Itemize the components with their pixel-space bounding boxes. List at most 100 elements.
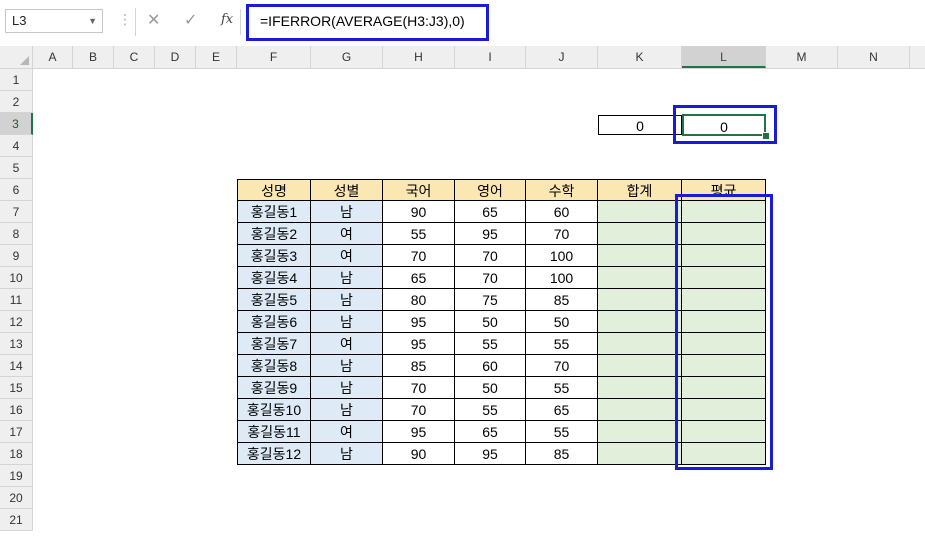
table-cell[interactable]: 홍길동7: [237, 333, 311, 355]
table-cell[interactable]: 95: [383, 421, 455, 443]
table-cell[interactable]: 55: [526, 333, 598, 355]
row-header-11[interactable]: 11: [0, 289, 33, 311]
table-cell[interactable]: 75: [455, 289, 526, 311]
column-header-f[interactable]: F: [237, 46, 311, 68]
table-cell[interactable]: 남: [311, 201, 383, 223]
column-header-n[interactable]: N: [838, 46, 910, 68]
row-header-13[interactable]: 13: [0, 333, 33, 355]
table-cell[interactable]: 90: [383, 201, 455, 223]
table-header-cell[interactable]: 성명: [237, 179, 311, 201]
table-cell[interactable]: 홍길동4: [237, 267, 311, 289]
table-cell[interactable]: 55: [455, 333, 526, 355]
table-cell[interactable]: 홍길동10: [237, 399, 311, 421]
table-cell[interactable]: 70: [383, 245, 455, 267]
table-header-cell[interactable]: 국어: [383, 179, 455, 201]
table-cell[interactable]: [598, 355, 682, 377]
table-cell[interactable]: [598, 201, 682, 223]
row-header-12[interactable]: 12: [0, 311, 33, 333]
table-cell[interactable]: 남: [311, 377, 383, 399]
row-header-15[interactable]: 15: [0, 377, 33, 399]
row-header-5[interactable]: 5: [0, 157, 33, 179]
row-header-16[interactable]: 16: [0, 399, 33, 421]
table-cell[interactable]: 홍길동6: [237, 311, 311, 333]
table-cell[interactable]: 여: [311, 223, 383, 245]
table-cell[interactable]: 홍길동5: [237, 289, 311, 311]
table-cell[interactable]: 50: [526, 311, 598, 333]
table-header-cell[interactable]: 합계: [598, 179, 682, 201]
table-cell[interactable]: 홍길동11: [237, 421, 311, 443]
row-header-1[interactable]: 1: [0, 69, 33, 91]
row-header-8[interactable]: 8: [0, 223, 33, 245]
table-cell[interactable]: [598, 245, 682, 267]
sheet-grid[interactable]: 0 0 성명 성별 국어 영어 수학 합계 평균 홍길동1 남 90 65 60 홍길동2 여 55 95 70 홍길…: [33, 69, 925, 537]
chevron-down-icon[interactable]: ▼: [88, 10, 97, 32]
row-header-4[interactable]: 4: [0, 135, 33, 157]
column-header-g[interactable]: G: [311, 46, 383, 68]
row-header-14[interactable]: 14: [0, 355, 33, 377]
row-header-9[interactable]: 9: [0, 245, 33, 267]
column-header-b[interactable]: B: [73, 46, 114, 68]
more-options-icon[interactable]: ⋮: [118, 11, 132, 28]
table-cell[interactable]: [598, 421, 682, 443]
row-header-17[interactable]: 17: [0, 421, 33, 443]
row-header-10[interactable]: 10: [0, 267, 33, 289]
table-cell[interactable]: 여: [311, 245, 383, 267]
table-cell[interactable]: 85: [526, 443, 598, 465]
table-cell[interactable]: 65: [455, 201, 526, 223]
column-header-h[interactable]: H: [383, 46, 455, 68]
table-cell[interactable]: 65: [526, 399, 598, 421]
table-cell[interactable]: 남: [311, 289, 383, 311]
table-cell[interactable]: 50: [455, 377, 526, 399]
column-header-m[interactable]: M: [766, 46, 838, 68]
row-header-3[interactable]: 3: [0, 113, 33, 135]
column-header-k[interactable]: K: [598, 46, 682, 68]
table-cell[interactable]: 70: [526, 355, 598, 377]
table-cell[interactable]: [598, 311, 682, 333]
table-cell[interactable]: [598, 443, 682, 465]
table-cell[interactable]: 80: [383, 289, 455, 311]
table-cell[interactable]: 55: [455, 399, 526, 421]
table-cell[interactable]: 55: [526, 421, 598, 443]
insert-function-icon[interactable]: fx: [221, 12, 233, 27]
column-header-i[interactable]: I: [455, 46, 526, 68]
summary-cell-k3[interactable]: 0: [598, 115, 682, 135]
row-header-18[interactable]: 18: [0, 443, 33, 465]
row-header-2[interactable]: 2: [0, 91, 33, 113]
name-box[interactable]: L3 ▼: [5, 9, 103, 33]
table-cell[interactable]: 55: [383, 223, 455, 245]
row-header-21[interactable]: 21: [0, 509, 33, 531]
table-cell[interactable]: [598, 399, 682, 421]
table-cell[interactable]: 홍길동2: [237, 223, 311, 245]
table-cell[interactable]: 100: [526, 267, 598, 289]
column-header-d[interactable]: D: [155, 46, 196, 68]
table-cell[interactable]: [598, 289, 682, 311]
table-cell[interactable]: 50: [455, 311, 526, 333]
table-cell[interactable]: 60: [526, 201, 598, 223]
table-cell[interactable]: 55: [526, 377, 598, 399]
row-header-19[interactable]: 19: [0, 465, 33, 487]
table-cell[interactable]: 여: [311, 333, 383, 355]
table-cell[interactable]: 홍길동1: [237, 201, 311, 223]
table-cell[interactable]: 홍길동3: [237, 245, 311, 267]
table-cell[interactable]: [598, 333, 682, 355]
table-cell[interactable]: [598, 223, 682, 245]
table-cell[interactable]: 여: [311, 421, 383, 443]
column-header-l[interactable]: L: [682, 46, 766, 68]
table-cell[interactable]: 70: [455, 267, 526, 289]
table-cell[interactable]: 남: [311, 311, 383, 333]
table-cell[interactable]: 65: [455, 421, 526, 443]
table-header-cell[interactable]: 수학: [526, 179, 598, 201]
table-cell[interactable]: 남: [311, 443, 383, 465]
table-cell[interactable]: 95: [383, 311, 455, 333]
table-cell[interactable]: 70: [455, 245, 526, 267]
table-cell[interactable]: 95: [455, 223, 526, 245]
table-cell[interactable]: 65: [383, 267, 455, 289]
table-cell[interactable]: 95: [383, 333, 455, 355]
table-header-cell[interactable]: 성별: [311, 179, 383, 201]
column-header-j[interactable]: J: [526, 46, 598, 68]
table-cell[interactable]: 90: [383, 443, 455, 465]
table-cell[interactable]: 70: [383, 399, 455, 421]
column-header-a[interactable]: A: [33, 46, 73, 68]
table-cell[interactable]: 85: [526, 289, 598, 311]
table-cell[interactable]: 홍길동12: [237, 443, 311, 465]
